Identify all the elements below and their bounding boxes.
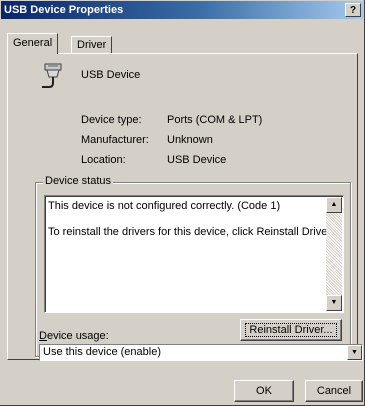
cancel-button[interactable]: Cancel — [305, 380, 363, 402]
reinstall-driver-button[interactable]: Reinstall Driver... — [240, 319, 342, 341]
device-status-title: Device status — [43, 175, 114, 187]
device-usage-mnemonic: D — [39, 330, 47, 342]
reinstall-driver-label: Reinstall Driver... — [245, 323, 337, 337]
device-usage-label: Device usage: — [39, 330, 109, 342]
location-value: USB Device — [167, 154, 227, 166]
tab-general[interactable]: General — [7, 33, 59, 54]
manufacturer-label: Manufacturer: — [81, 134, 149, 146]
manufacturer-value: Unknown — [167, 134, 213, 146]
status-instructions: To reinstall the drivers for this device… — [48, 226, 334, 238]
arrow-down-icon: ▼ — [330, 299, 338, 306]
device-name: USB Device — [81, 69, 141, 81]
status-textbox[interactable]: This device is not configured correctly.… — [44, 195, 344, 313]
chevron-down-icon[interactable]: ▼ — [347, 345, 362, 360]
ok-button[interactable]: OK — [234, 380, 294, 402]
usb-port-icon — [42, 63, 62, 88]
status-message: This device is not configured correctly.… — [48, 200, 281, 212]
device-type-value: Ports (COM & LPT) — [167, 114, 263, 126]
location-label: Location: — [81, 154, 126, 166]
scroll-up-button[interactable]: ▲ — [326, 197, 342, 213]
tab-driver[interactable]: Driver — [71, 36, 113, 54]
scroll-down-button[interactable]: ▼ — [326, 295, 342, 311]
device-usage-value: Use this device (enable) — [43, 346, 162, 358]
arrow-up-icon: ▲ — [330, 201, 338, 208]
title-bar: USB Device Properties ? — [1, 1, 364, 19]
properties-dialog: USB Device Properties ? General Driver U… — [0, 0, 365, 406]
status-text: This device is not configured correctly.… — [48, 199, 334, 239]
status-scrollbar[interactable]: ▲ ▼ — [326, 197, 342, 311]
device-usage-select[interactable]: Use this device (enable) ▼ — [39, 344, 363, 361]
window-title: USB Device Properties — [4, 4, 124, 16]
device-type-label: Device type: — [81, 114, 142, 126]
device-usage-label-rest: evice usage: — [46, 330, 109, 342]
general-tab-panel: USB Device Device type: Ports (COM & LPT… — [7, 53, 358, 360]
help-button[interactable]: ? — [345, 3, 361, 17]
